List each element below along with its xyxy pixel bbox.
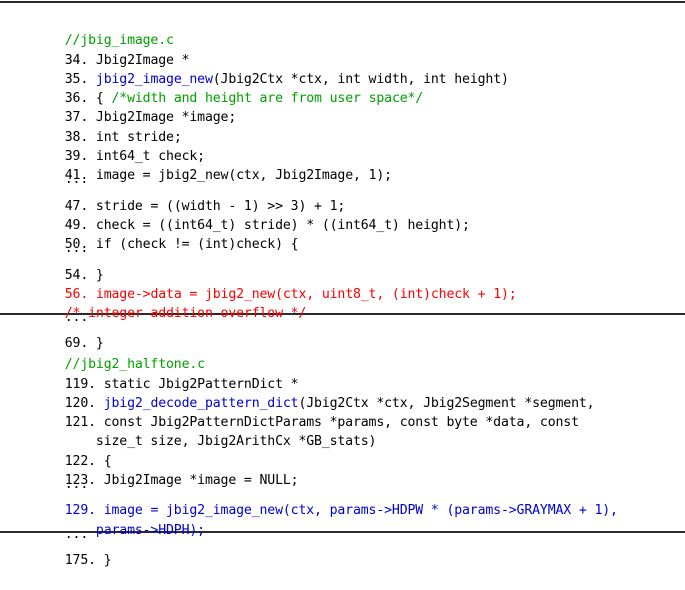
elision-dots: ... xyxy=(64,172,89,188)
file-comment-text: //jbig2_halftone.c xyxy=(64,357,205,373)
elision-dots: ... xyxy=(64,526,89,542)
line-text-49: check = ((int64_t) stride) * ((int64_t) … xyxy=(95,217,470,233)
line-text-175: } xyxy=(103,552,112,568)
line-text-34: Jbig2Image * xyxy=(95,52,190,68)
line-number-56: 56. xyxy=(64,286,96,302)
line-number-35: 35. xyxy=(64,71,96,87)
top-divider-rule xyxy=(0,1,685,3)
line-text-119: static Jbig2PatternDict * xyxy=(103,376,299,392)
function-name-jbig2-decode-pattern-dict: jbig2_decode_pattern_dict xyxy=(103,395,299,411)
line-number-38: 38. xyxy=(64,129,96,145)
line-text-38: int stride; xyxy=(95,129,182,145)
file-comment-jbig2-halftone: //jbig2_halftone.c xyxy=(18,336,679,372)
line-number-121: 121. xyxy=(64,415,104,431)
elision-dots: ... xyxy=(64,310,89,326)
line-text-35-args: (Jbig2Ctx *ctx, int width, int height) xyxy=(212,71,509,87)
line-text-121: const Jbig2PatternDictParams *params, co… xyxy=(103,415,579,431)
function-name-jbig2-image-new: jbig2_image_new xyxy=(95,71,213,87)
line-number-49: 49. xyxy=(64,217,96,233)
line-number-39: 39. xyxy=(64,149,96,165)
line-number-122: 122. xyxy=(64,453,104,469)
elision-dots: ... xyxy=(64,241,89,257)
line-number-120: 120. xyxy=(64,395,104,411)
elision-dots: ... xyxy=(64,477,89,493)
line-text-122: { xyxy=(103,453,112,469)
code-panel-jbig2-halftone: //jbig2_halftone.c 119. static Jbig2Patt… xyxy=(0,336,685,568)
code-line-56-vulnerable: 56. image->data = jbig2_new(ctx, uint8_t… xyxy=(18,266,679,302)
line-text-50: if (check != (int)check) { xyxy=(95,237,299,253)
line-text-47: stride = ((width - 1) >> 3) + 1; xyxy=(95,198,346,214)
line-text-41: image = jbig2_new(ctx, Jbig2Image, 1); xyxy=(95,168,392,184)
code-panel-jbig-image: //jbig_image.c 34. Jbig2Image * 35. jbig… xyxy=(0,12,685,351)
file-comment-text: //jbig_image.c xyxy=(64,33,174,49)
line-text-129: image = jbig2_image_new(ctx, params->HDP… xyxy=(103,503,618,519)
line-text-123: Jbig2Image *image = NULL; xyxy=(103,473,299,489)
line-text-56: image->data = jbig2_new(ctx, uint8_t, (i… xyxy=(95,286,517,302)
line-text-36-brace: { xyxy=(95,91,112,107)
line-number-37: 37. xyxy=(64,110,96,126)
code-listing-figure: //jbig_image.c 34. Jbig2Image * 35. jbig… xyxy=(0,0,685,568)
line-number-47: 47. xyxy=(64,198,96,214)
line-number-129: 129. xyxy=(64,503,104,519)
line-text-39: int64_t check; xyxy=(95,149,205,165)
line-text-121-cont: size_t size, Jbig2ArithCx *GB_stats) xyxy=(64,434,377,450)
line-text-37: Jbig2Image *image; xyxy=(95,110,237,126)
line-number-36: 36. xyxy=(64,91,96,107)
line-text-54: } xyxy=(95,267,104,283)
line-text-36-comment: /*width and height are from user space*/ xyxy=(111,91,424,107)
line-number-175: 175. xyxy=(64,552,104,568)
line-text-120-args: (Jbig2Ctx *ctx, Jbig2Segment *segment, xyxy=(298,395,595,411)
overflow-comment-text: /* integer addition overflow */ xyxy=(64,306,307,322)
line-number-119: 119. xyxy=(64,376,104,392)
file-comment-jbig-image: //jbig_image.c xyxy=(18,12,679,48)
line-number-54: 54. xyxy=(64,267,96,283)
line-number-34: 34. xyxy=(64,52,96,68)
code-line-123: 123. Jbig2Image *image = NULL; xyxy=(18,452,679,488)
